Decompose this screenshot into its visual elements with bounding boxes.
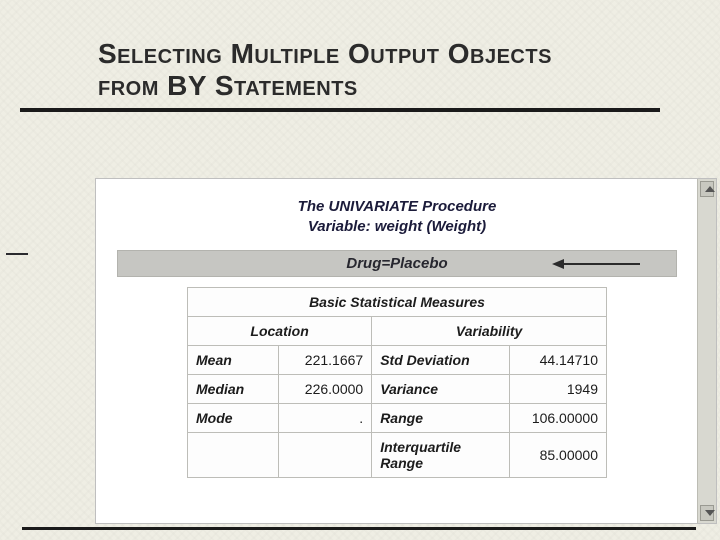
loc-label: Median	[188, 375, 279, 404]
by-group-header: Drug=Placebo	[117, 250, 677, 277]
scrollbar-up-button[interactable]	[700, 181, 714, 197]
table-row: Median 226.0000 Variance 1949	[188, 375, 607, 404]
left-tick-mark	[6, 253, 28, 255]
slide-title: Selecting Multiple Output Objects from B…	[98, 38, 720, 102]
title-divider	[20, 108, 660, 112]
var-value: 85.00000	[510, 433, 607, 478]
loc-value	[278, 433, 372, 478]
table-row: Basic Statistical Measures	[188, 288, 607, 317]
slide-title-line2: from BY Statements	[98, 70, 720, 102]
table-row: Mode . Range 106.00000	[188, 404, 607, 433]
loc-label	[188, 433, 279, 478]
variable-line: Variable: weight (Weight)	[96, 217, 698, 237]
scrollbar-down-button[interactable]	[700, 505, 714, 521]
table-row: Mean 221.1667 Std Deviation 44.14710	[188, 346, 607, 375]
table-title: Basic Statistical Measures	[188, 288, 607, 317]
var-label: Range	[372, 404, 510, 433]
loc-value: 221.1667	[278, 346, 372, 375]
table-row: Location Variability	[188, 317, 607, 346]
slide-title-line1: Selecting Multiple Output Objects	[98, 38, 720, 70]
chevron-up-icon	[705, 186, 715, 192]
chevron-down-icon	[705, 510, 715, 516]
var-value: 106.00000	[510, 404, 607, 433]
var-label: Variance	[372, 375, 510, 404]
footer-divider	[22, 527, 696, 530]
scrollbar-track[interactable]	[697, 179, 716, 523]
loc-label: Mean	[188, 346, 279, 375]
loc-label: Mode	[188, 404, 279, 433]
slide-title-block: Selecting Multiple Output Objects from B…	[0, 0, 720, 102]
location-header: Location	[188, 317, 372, 346]
var-label: Std Deviation	[372, 346, 510, 375]
loc-value: 226.0000	[278, 375, 372, 404]
var-label: Interquartile Range	[372, 433, 510, 478]
stats-table: Basic Statistical Measures Location Vari…	[187, 287, 607, 478]
procedure-title: The UNIVARIATE Procedure	[96, 197, 698, 217]
output-panel: The UNIVARIATE Procedure Variable: weigh…	[95, 178, 717, 524]
table-row: Interquartile Range 85.00000	[188, 433, 607, 478]
annotation-arrow-icon	[552, 258, 642, 270]
by-group-label: Drug=Placebo	[346, 255, 447, 272]
var-value: 44.14710	[510, 346, 607, 375]
variability-header: Variability	[372, 317, 607, 346]
loc-value: .	[278, 404, 372, 433]
var-value: 1949	[510, 375, 607, 404]
output-content: The UNIVARIATE Procedure Variable: weigh…	[96, 179, 698, 478]
